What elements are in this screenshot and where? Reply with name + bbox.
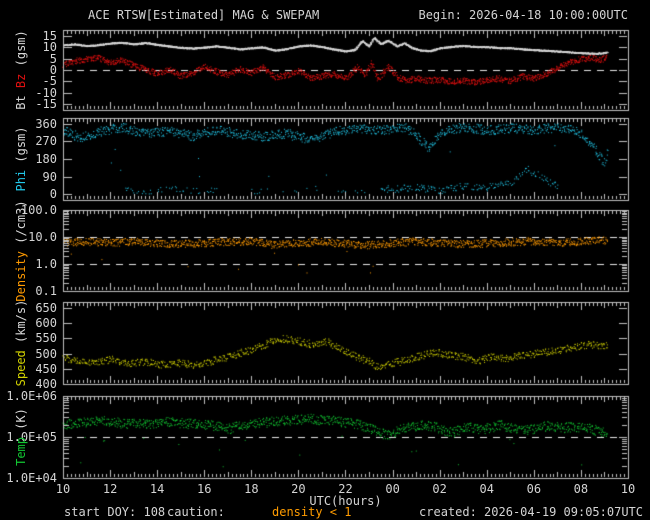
rtsw-chart-canvas (0, 0, 650, 520)
ace-rtsw-plot: ACE RTSW[Estimated] MAG & SWEPAM Begin: … (0, 0, 650, 520)
